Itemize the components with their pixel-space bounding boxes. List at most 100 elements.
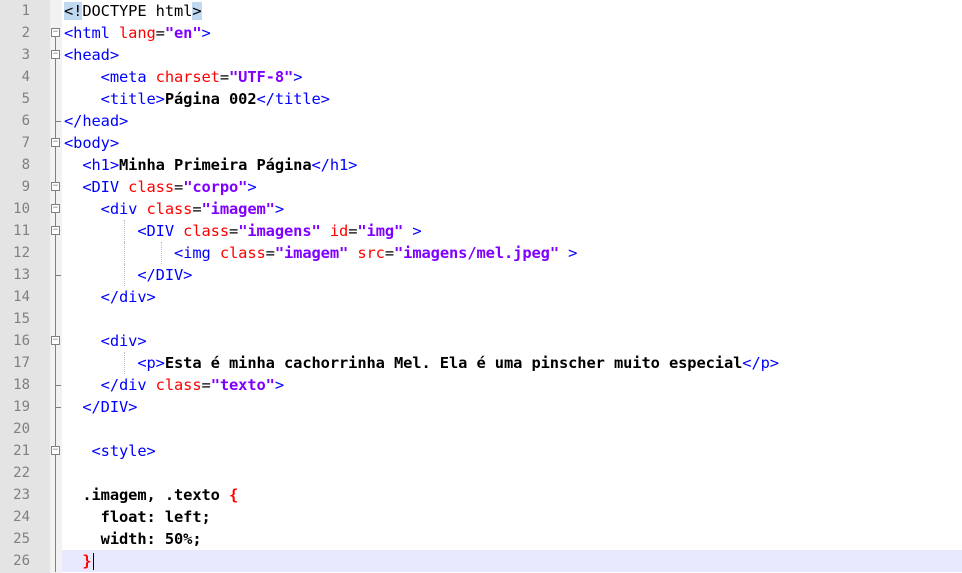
code-line[interactable]: 18 </div class="texto"> [0, 374, 962, 396]
code-line[interactable]: 6 </head> [0, 110, 962, 132]
token-tag: <html [64, 24, 119, 42]
token-tag: <img [64, 244, 220, 262]
line-number: 13 [13, 267, 30, 283]
code-text[interactable]: <h1>Minha Primeira Página</h1> [64, 154, 357, 176]
code-text[interactable]: <DIV class="corpo"> [64, 176, 257, 198]
fold-end-marker [50, 396, 62, 418]
code-line[interactable]: 15 [0, 308, 962, 330]
code-line[interactable]: 1 <!DOCTYPE html> [0, 0, 962, 22]
line-number: 10 [13, 201, 30, 217]
code-text[interactable]: </div> [64, 286, 156, 308]
code-text[interactable]: </head> [64, 110, 128, 132]
token-tag: </h1> [311, 156, 358, 174]
line-number: 12 [13, 245, 30, 261]
fold-toggle-icon[interactable]: − [50, 176, 62, 198]
token-eq: = [229, 222, 239, 240]
token-tag: <meta [64, 68, 156, 86]
token-tag: > [201, 24, 211, 42]
token-val: "imagem" [201, 200, 275, 218]
code-line[interactable]: 16 − <div> [0, 330, 962, 352]
fold-toggle-icon[interactable]: − [50, 198, 62, 220]
code-line[interactable]: 10 − <div class="imagem"> [0, 198, 962, 220]
code-line[interactable]: 12 <img class="imagem" src="imagens/mel.… [0, 242, 962, 264]
token-tag: </DIV> [64, 398, 138, 416]
token-tag [348, 244, 357, 262]
token-val: "img" [357, 222, 404, 240]
code-line[interactable]: 22 [0, 462, 962, 484]
fold-toggle-icon[interactable]: − [50, 132, 62, 154]
fold-toggle-icon[interactable]: − [50, 440, 62, 462]
token-tag: </div [64, 376, 156, 394]
fold-empty [50, 0, 62, 22]
line-number: 9 [21, 179, 30, 195]
token-brace: { [229, 486, 239, 504]
code-text[interactable]: <div> [64, 330, 147, 352]
code-text[interactable]: <html lang="en"> [64, 22, 211, 44]
code-text[interactable]: float: left; [64, 506, 211, 528]
code-line[interactable]: 24 float: left; [0, 506, 962, 528]
token-attr: class [219, 244, 266, 262]
fold-toggle-icon[interactable]: − [50, 22, 62, 44]
fold-line [50, 286, 62, 308]
line-number: 21 [13, 443, 30, 459]
fold-line [50, 242, 62, 264]
code-line[interactable]: 19 </DIV> [0, 396, 962, 418]
code-line[interactable]: 11− <DIV class="imagens" id="img" > [0, 220, 962, 242]
token-tag: <title> [64, 90, 165, 108]
code-text[interactable]: </div class="texto"> [64, 374, 284, 396]
token-eq: = [192, 200, 202, 218]
token-tag: <body> [64, 134, 119, 152]
code-text[interactable]: <title>Página 002</title> [64, 88, 330, 110]
code-text[interactable]: </DIV> [64, 264, 192, 286]
code-line[interactable]: 20 [0, 418, 962, 440]
code-text[interactable]: <DIV class="imagens" id="img" > [64, 220, 421, 242]
text-caret [92, 553, 94, 570]
code-text[interactable]: <img class="imagem" src="imagens/mel.jpe… [64, 242, 577, 264]
code-line[interactable]: 2 − <html lang="en"> [0, 22, 962, 44]
code-line[interactable]: 14 </div> [0, 286, 962, 308]
line-number: 6 [21, 113, 30, 129]
code-text[interactable]: <!DOCTYPE html> [64, 0, 202, 22]
code-line[interactable]: 4 <meta charset="UTF-8"> [0, 66, 962, 88]
code-line[interactable]: 17 <p>Esta é minha cachorrinha Mel. Ela … [0, 352, 962, 374]
code-line[interactable]: 5 <title>Página 002</title> [0, 88, 962, 110]
code-text[interactable]: <head> [64, 44, 119, 66]
line-number: 14 [13, 289, 30, 305]
code-line[interactable]: 23 .imagem, .texto { [0, 484, 962, 506]
fold-toggle-icon[interactable]: − [50, 44, 62, 66]
code-line[interactable]: 8 <h1>Minha Primeira Página</h1> [0, 154, 962, 176]
code-text[interactable]: <body> [64, 132, 119, 154]
code-line[interactable]: 7 − <body> [0, 132, 962, 154]
fold-toggle-icon[interactable]: − [50, 220, 62, 242]
line-number: 26 [13, 553, 30, 569]
code-text[interactable]: <div class="imagem"> [64, 198, 284, 220]
fold-line [50, 528, 62, 550]
code-text[interactable]: width: 50%; [64, 528, 202, 550]
code-text[interactable]: <meta charset="UTF-8"> [64, 66, 303, 88]
code-line[interactable]: 9 − <DIV class="corpo"> [0, 176, 962, 198]
token-txt: Página 002 [164, 90, 257, 108]
fold-end-marker [50, 374, 62, 396]
token-txt: Minha Primeira Página [119, 156, 312, 174]
code-text[interactable]: <style> [64, 440, 155, 462]
code-editor[interactable]: 1 <!DOCTYPE html> 2− <html lang="en"> 3− <hea… [0, 0, 962, 573]
fold-line [50, 462, 62, 484]
code-text[interactable]: </DIV> [64, 396, 137, 418]
fold-toggle-icon[interactable]: − [50, 330, 62, 352]
code-line[interactable]: 21 − <style> [0, 440, 962, 462]
code-text[interactable]: <p>Esta é minha cachorrinha Mel. Ela é u… [64, 352, 779, 374]
code-line[interactable]: 3 − <head> [0, 44, 962, 66]
code-text[interactable]: } [64, 550, 94, 572]
token-tag: </title> [256, 90, 330, 108]
token-val: "UTF-8" [229, 68, 294, 86]
token-tag: > [247, 178, 257, 196]
code-line[interactable]: 26 } [0, 550, 962, 572]
code-line[interactable]: 13 </DIV> [0, 264, 962, 286]
token-doc-hl: <! [64, 2, 83, 20]
fold-line [50, 550, 62, 572]
token-val: "imagens/mel.jpeg" [394, 244, 560, 262]
code-line[interactable]: 25 width: 50%; [0, 528, 962, 550]
fold-line [50, 308, 62, 330]
token-doc: DOCTYPE html [82, 2, 193, 20]
code-text[interactable]: .imagem, .texto { [64, 484, 238, 506]
